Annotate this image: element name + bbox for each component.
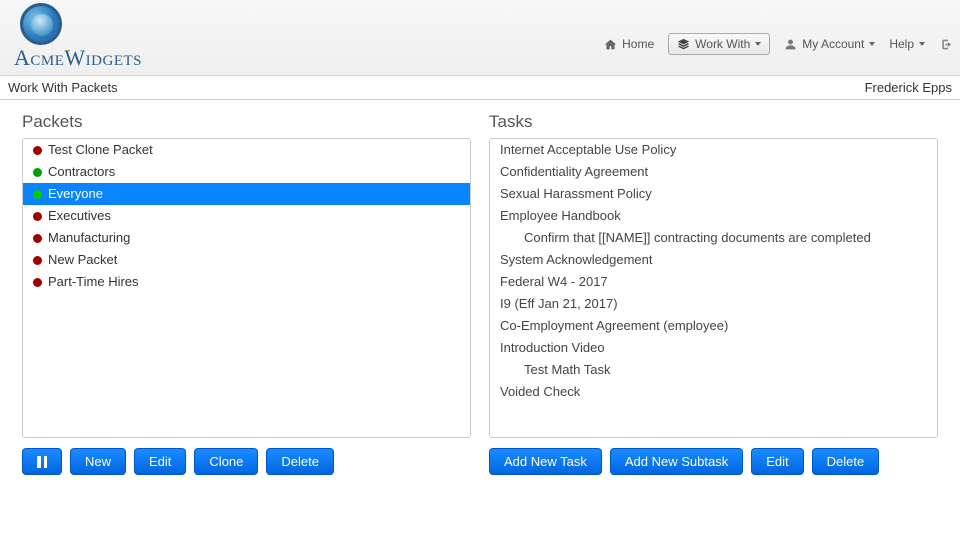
nav-work-with-label: Work With <box>695 37 750 51</box>
nav-my-account-label: My Account <box>802 37 864 51</box>
nav-my-account[interactable]: My Account <box>784 37 875 51</box>
nav-work-with[interactable]: Work With <box>668 33 770 55</box>
packet-label: Manufacturing <box>48 229 130 247</box>
pause-icon <box>37 456 47 468</box>
status-dot-icon <box>33 212 42 221</box>
packets-buttons: New Edit Clone Delete <box>22 448 471 475</box>
packets-list: Test Clone Packet Contractors Everyone Exec… <box>22 138 471 438</box>
delete-task-button[interactable]: Delete <box>812 448 880 475</box>
task-item[interactable]: Employee Handbook <box>490 205 937 227</box>
current-user: Frederick Epps <box>865 80 952 95</box>
packets-panel: Packets Test Clone Packet Contractors Ever… <box>22 112 471 475</box>
task-item[interactable]: Confirm that [[NAME]] contracting docume… <box>490 227 937 249</box>
task-item[interactable]: Co-Employment Agreement (employee) <box>490 315 937 337</box>
nav-logout[interactable] <box>939 38 952 51</box>
packet-item[interactable]: Part-Time Hires <box>23 271 470 293</box>
packet-item[interactable]: Everyone <box>23 183 470 205</box>
packet-label: New Packet <box>48 251 117 269</box>
edit-packet-button[interactable]: Edit <box>134 448 186 475</box>
sub-header: Work With Packets Frederick Epps <box>0 76 960 100</box>
task-item[interactable]: Test Math Task <box>490 359 937 381</box>
packet-label: Part-Time Hires <box>48 273 139 291</box>
packet-item[interactable]: Contractors <box>23 161 470 183</box>
logout-icon <box>939 38 952 51</box>
edit-task-button[interactable]: Edit <box>751 448 803 475</box>
delete-packet-button[interactable]: Delete <box>266 448 334 475</box>
nav-help[interactable]: Help <box>889 37 925 51</box>
status-dot-icon <box>33 234 42 243</box>
tasks-title: Tasks <box>489 112 938 132</box>
status-dot-icon <box>33 278 42 287</box>
top-bar: AcmeWidgets Home Work With My Account He… <box>0 0 960 76</box>
packet-label: Executives <box>48 207 111 225</box>
packet-label: Contractors <box>48 163 115 181</box>
task-item[interactable]: Federal W4 - 2017 <box>490 271 937 293</box>
caret-down-icon <box>869 42 875 46</box>
nav-home-label: Home <box>622 37 654 51</box>
top-nav: Home Work With My Account Help <box>604 33 952 69</box>
brand-logo-icon <box>20 3 62 45</box>
task-item[interactable]: Introduction Video <box>490 337 937 359</box>
caret-down-icon <box>755 42 761 46</box>
packet-item[interactable]: Test Clone Packet <box>23 139 470 161</box>
task-item[interactable]: Internet Acceptable Use Policy <box>490 139 937 161</box>
status-dot-icon <box>33 146 42 155</box>
layers-icon <box>677 38 690 51</box>
packets-title: Packets <box>22 112 471 132</box>
task-item[interactable]: I9 (Eff Jan 21, 2017) <box>490 293 937 315</box>
tasks-list: Internet Acceptable Use PolicyConfidenti… <box>489 138 938 438</box>
status-dot-icon <box>33 256 42 265</box>
status-dot-icon <box>33 168 42 177</box>
add-task-button[interactable]: Add New Task <box>489 448 602 475</box>
tasks-panel: Tasks Internet Acceptable Use PolicyConf… <box>489 112 938 475</box>
brand-name: AcmeWidgets <box>14 47 142 69</box>
status-dot-icon <box>33 190 42 199</box>
packet-item[interactable]: Executives <box>23 205 470 227</box>
nav-help-label: Help <box>889 37 914 51</box>
clone-button[interactable]: Clone <box>194 448 258 475</box>
caret-down-icon <box>919 42 925 46</box>
home-icon <box>604 38 617 51</box>
brand: AcmeWidgets <box>8 3 142 69</box>
task-item[interactable]: System Acknowledgement <box>490 249 937 271</box>
packet-label: Test Clone Packet <box>48 141 153 159</box>
page-title: Work With Packets <box>8 80 118 95</box>
tasks-buttons: Add New Task Add New Subtask Edit Delete <box>489 448 938 475</box>
task-item[interactable]: Confidentiality Agreement <box>490 161 937 183</box>
nav-home[interactable]: Home <box>604 37 654 51</box>
packet-label: Everyone <box>48 185 103 203</box>
add-subtask-button[interactable]: Add New Subtask <box>610 448 743 475</box>
user-icon <box>784 38 797 51</box>
packet-item[interactable]: New Packet <box>23 249 470 271</box>
new-button[interactable]: New <box>70 448 126 475</box>
task-item[interactable]: Voided Check <box>490 381 937 403</box>
task-item[interactable]: Sexual Harassment Policy <box>490 183 937 205</box>
main-content: Packets Test Clone Packet Contractors Ever… <box>0 100 960 487</box>
pause-button[interactable] <box>22 448 62 475</box>
packet-item[interactable]: Manufacturing <box>23 227 470 249</box>
